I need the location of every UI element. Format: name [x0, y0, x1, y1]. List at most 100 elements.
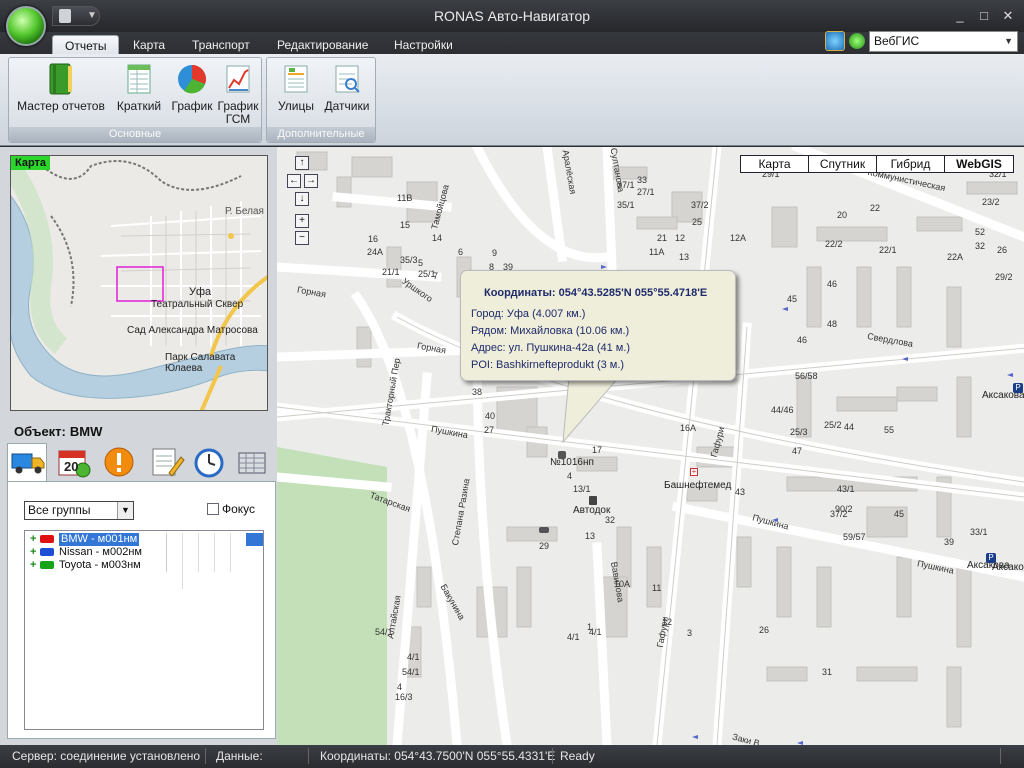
popup-coordinates: Координаты: 054°43.5285'N 055°55.4718'E: [484, 287, 708, 299]
minimap-place-label: Р. Белая: [225, 206, 264, 217]
zoom-in-button[interactable]: +: [295, 214, 309, 228]
house-number: 44/46: [771, 405, 794, 415]
close-button[interactable]: ✕: [998, 8, 1018, 24]
house-number: 45: [787, 294, 798, 304]
house-number: 29/2: [995, 272, 1013, 282]
house-number: 24А: [367, 247, 384, 257]
tab-map[interactable]: Карта: [121, 35, 177, 55]
house-number: 37/1: [617, 180, 635, 190]
house-number: 4: [567, 471, 573, 481]
left-pane: Карта Р. Белая Уфа Театральный Сквер Сад…: [0, 147, 277, 745]
popup-city: Город: Уфа (4.007 км.): [471, 308, 586, 320]
sensors-report-button[interactable]: Датчики: [321, 62, 373, 113]
house-number: 29: [539, 541, 550, 551]
chevron-down-icon: ▼: [117, 502, 133, 519]
pan-right-button[interactable]: →: [304, 174, 318, 188]
map-type-switch: Карта Спутник Гибрид WebGIS: [740, 155, 1014, 173]
chart-button[interactable]: График: [167, 62, 217, 113]
house-number: 27/1: [637, 187, 655, 197]
vehicle-list[interactable]: + BMW - м001нм + Nissan - м002нм + Toyot…: [24, 530, 264, 730]
popup-address: Адрес: ул. Пушкина-42а (41 м.): [471, 342, 631, 354]
main-map[interactable]: Коммунистическая Свердлова Пушкина Горна…: [277, 147, 1024, 745]
fuel-chart-button[interactable]: График ГСМ: [215, 62, 261, 126]
map-type-button[interactable]: WebGIS: [945, 156, 1013, 172]
vehicle-marker-icon[interactable]: [539, 527, 549, 533]
zoom-out-button[interactable]: −: [295, 231, 309, 245]
tab-transport[interactable]: Транспорт: [180, 35, 262, 55]
map-type-button[interactable]: Карта: [741, 156, 809, 172]
chart-label: График: [171, 99, 213, 113]
tab-settings[interactable]: Настройки: [382, 35, 465, 55]
house-number: 31: [822, 667, 833, 677]
pan-down-button[interactable]: ↓: [295, 192, 309, 206]
house-number: 16: [368, 234, 379, 244]
expand-icon[interactable]: +: [30, 533, 36, 546]
popup-poi: POI: Bashkirnefteprodukt (3 м.): [471, 359, 625, 371]
vehicle-name: Nissan - м002нм: [59, 546, 142, 558]
report-wizard-label: Мастер отчетов: [17, 99, 105, 113]
brief-report-button[interactable]: Краткий: [113, 62, 165, 113]
map-type-button[interactable]: Спутник: [809, 156, 877, 172]
house-number: 12А: [730, 233, 747, 243]
selection-tail: [246, 533, 263, 546]
house-number: 14: [432, 233, 443, 243]
notepad-icon[interactable]: [147, 445, 187, 479]
poi-label: №1016нп: [550, 457, 594, 468]
house-number: 11В: [397, 193, 413, 203]
gis-source-select[interactable]: ВебГИС ▼: [869, 31, 1018, 52]
house-number: 52: [975, 227, 986, 237]
vehicle-row[interactable]: + BMW - м001нм: [25, 533, 263, 563]
application-menu-button[interactable]: [6, 6, 46, 46]
house-number: 35/1: [617, 200, 635, 210]
house-number: 54/1: [402, 667, 420, 677]
house-number: 22/1: [879, 245, 897, 255]
house-number: 3: [687, 628, 693, 638]
tab-reports[interactable]: Отчеты: [52, 35, 120, 55]
house-number: 43/1: [837, 484, 855, 494]
house-number: 13/1: [573, 484, 591, 494]
ribbon-group-additional: Улицы Датчики Дополнительные: [266, 57, 376, 143]
map-type-button[interactable]: Гибрид: [877, 156, 945, 172]
group-select[interactable]: Все группы ▼: [24, 501, 134, 520]
vehicle-row[interactable]: + Toyota - м003нм: [25, 559, 263, 589]
house-number: 21: [657, 233, 668, 243]
globe-icon[interactable]: [825, 31, 845, 51]
expand-icon[interactable]: +: [30, 546, 36, 559]
grid-icon[interactable]: [235, 445, 275, 479]
clock-icon[interactable]: [191, 445, 231, 479]
house-number: 59/57: [843, 532, 866, 542]
streets-report-button[interactable]: Улицы: [273, 62, 319, 113]
house-number: 20: [837, 210, 848, 220]
house-number: 22: [870, 203, 881, 213]
house-number: 13: [585, 531, 596, 541]
object-value: BMW: [69, 424, 103, 439]
house-number: 48: [827, 319, 838, 329]
minimize-button[interactable]: _: [950, 8, 970, 24]
object-label: Объект:: [14, 424, 66, 439]
calendar-icon[interactable]: 20: [55, 445, 95, 479]
sheet-icon: [122, 62, 156, 96]
report-wizard-button[interactable]: Мастер отчетов: [15, 62, 107, 113]
pan-up-button[interactable]: ↑: [295, 156, 309, 170]
focus-checkbox[interactable]: Фокус: [207, 502, 255, 516]
popup-near: Рядом: Михайловка (10.06 км.): [471, 325, 630, 337]
pan-left-button[interactable]: ←: [287, 174, 301, 188]
vehicle-cells: [166, 546, 246, 576]
tab-editing[interactable]: Редактирование: [265, 35, 380, 55]
fuel-chart-icon: [221, 62, 255, 96]
book-icon: [44, 62, 78, 96]
vehicle-cells: [166, 533, 246, 563]
calendar-badge: 20: [64, 459, 79, 474]
house-number: 15: [400, 220, 411, 230]
refresh-icon[interactable]: [849, 33, 865, 49]
alert-icon[interactable]: [101, 445, 141, 479]
truck-icon[interactable]: [7, 443, 47, 481]
expand-icon[interactable]: +: [30, 559, 36, 572]
checkbox-box[interactable]: [207, 503, 219, 515]
house-number: 39: [944, 537, 955, 547]
maximize-button[interactable]: □: [974, 8, 994, 24]
house-number: 47: [792, 446, 803, 456]
vehicle-row[interactable]: + Nissan - м002нм: [25, 546, 263, 576]
streets-report-icon: [279, 62, 313, 96]
overview-minimap[interactable]: Карта Р. Белая Уфа Театральный Сквер Сад…: [10, 155, 268, 411]
